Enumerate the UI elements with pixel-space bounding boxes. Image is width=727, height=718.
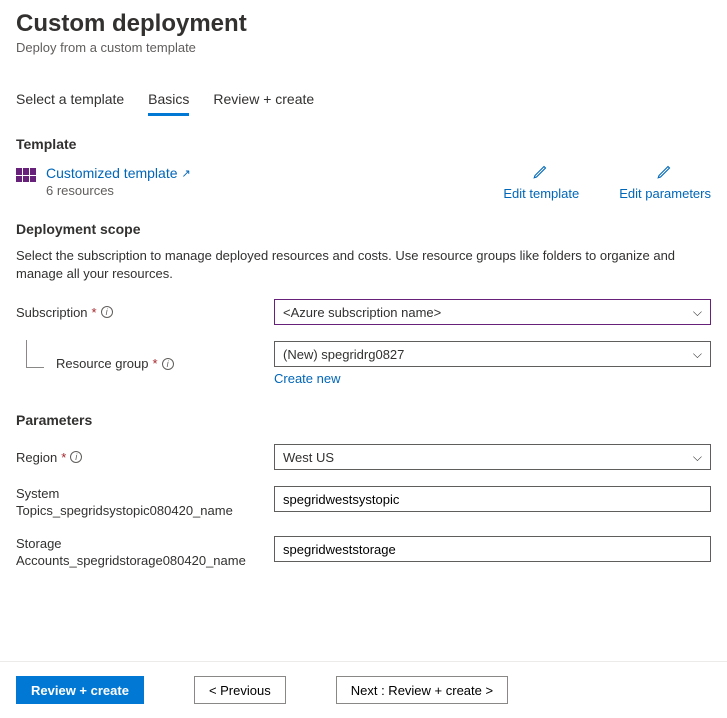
template-resource-icon [16, 168, 36, 188]
chevron-down-icon: ⌵ [693, 347, 702, 362]
previous-button[interactable]: < Previous [194, 676, 286, 704]
scope-heading: Deployment scope [16, 221, 711, 237]
tab-select-template[interactable]: Select a template [16, 85, 124, 116]
pencil-icon [532, 162, 550, 180]
required-asterisk: * [92, 305, 97, 320]
tab-bar: Select a template Basics Review + create [16, 85, 711, 116]
footer-bar: Review + create < Previous Next : Review… [0, 661, 727, 718]
tab-basics[interactable]: Basics [148, 85, 189, 116]
template-heading: Template [16, 136, 711, 152]
resource-count: 6 resources [46, 183, 191, 198]
info-icon[interactable]: i [101, 306, 113, 318]
resource-group-label: Resource group [56, 356, 149, 371]
tree-indent-line [26, 340, 44, 368]
chevron-down-icon: ⌵ [693, 450, 702, 465]
next-button[interactable]: Next : Review + create > [336, 676, 508, 704]
resource-group-select[interactable]: (New) spegridrg0827 ⌵ [274, 341, 711, 367]
edit-parameters-label: Edit parameters [619, 186, 711, 201]
system-topics-input[interactable] [274, 486, 711, 512]
region-select[interactable]: West US ⌵ [274, 444, 711, 470]
resource-group-value: (New) spegridrg0827 [283, 347, 404, 362]
customized-template-link[interactable]: Customized template ↗ [46, 165, 191, 181]
info-icon[interactable]: i [162, 358, 174, 370]
customized-template-link-text: Customized template [46, 165, 178, 181]
edit-template-button[interactable]: Edit template [503, 162, 579, 201]
edit-parameters-button[interactable]: Edit parameters [619, 162, 711, 201]
subscription-value: <Azure subscription name> [283, 305, 441, 320]
chevron-down-icon: ⌵ [693, 305, 702, 320]
info-icon[interactable]: i [70, 451, 82, 463]
page-title: Custom deployment [16, 10, 711, 38]
scope-description: Select the subscription to manage deploy… [16, 247, 711, 283]
required-asterisk: * [153, 356, 158, 371]
page-subtitle: Deploy from a custom template [16, 40, 711, 55]
region-label: Region [16, 450, 57, 465]
subscription-select[interactable]: <Azure subscription name> ⌵ [274, 299, 711, 325]
tab-review-create[interactable]: Review + create [213, 85, 314, 116]
parameters-heading: Parameters [16, 412, 711, 428]
open-in-new-icon: ↗ [182, 167, 191, 180]
storage-label-line2: Accounts_spegridstorage080420_name [16, 553, 274, 570]
review-create-button[interactable]: Review + create [16, 676, 144, 704]
pencil-icon [656, 162, 674, 180]
system-topics-label-line2: Topics_spegridsystopic080420_name [16, 503, 274, 520]
create-new-link[interactable]: Create new [274, 371, 340, 386]
edit-template-label: Edit template [503, 186, 579, 201]
storage-input[interactable] [274, 536, 711, 562]
required-asterisk: * [61, 450, 66, 465]
region-value: West US [283, 450, 334, 465]
storage-label-line1: Storage [16, 536, 274, 553]
subscription-label: Subscription [16, 305, 88, 320]
system-topics-label-line1: System [16, 486, 274, 503]
